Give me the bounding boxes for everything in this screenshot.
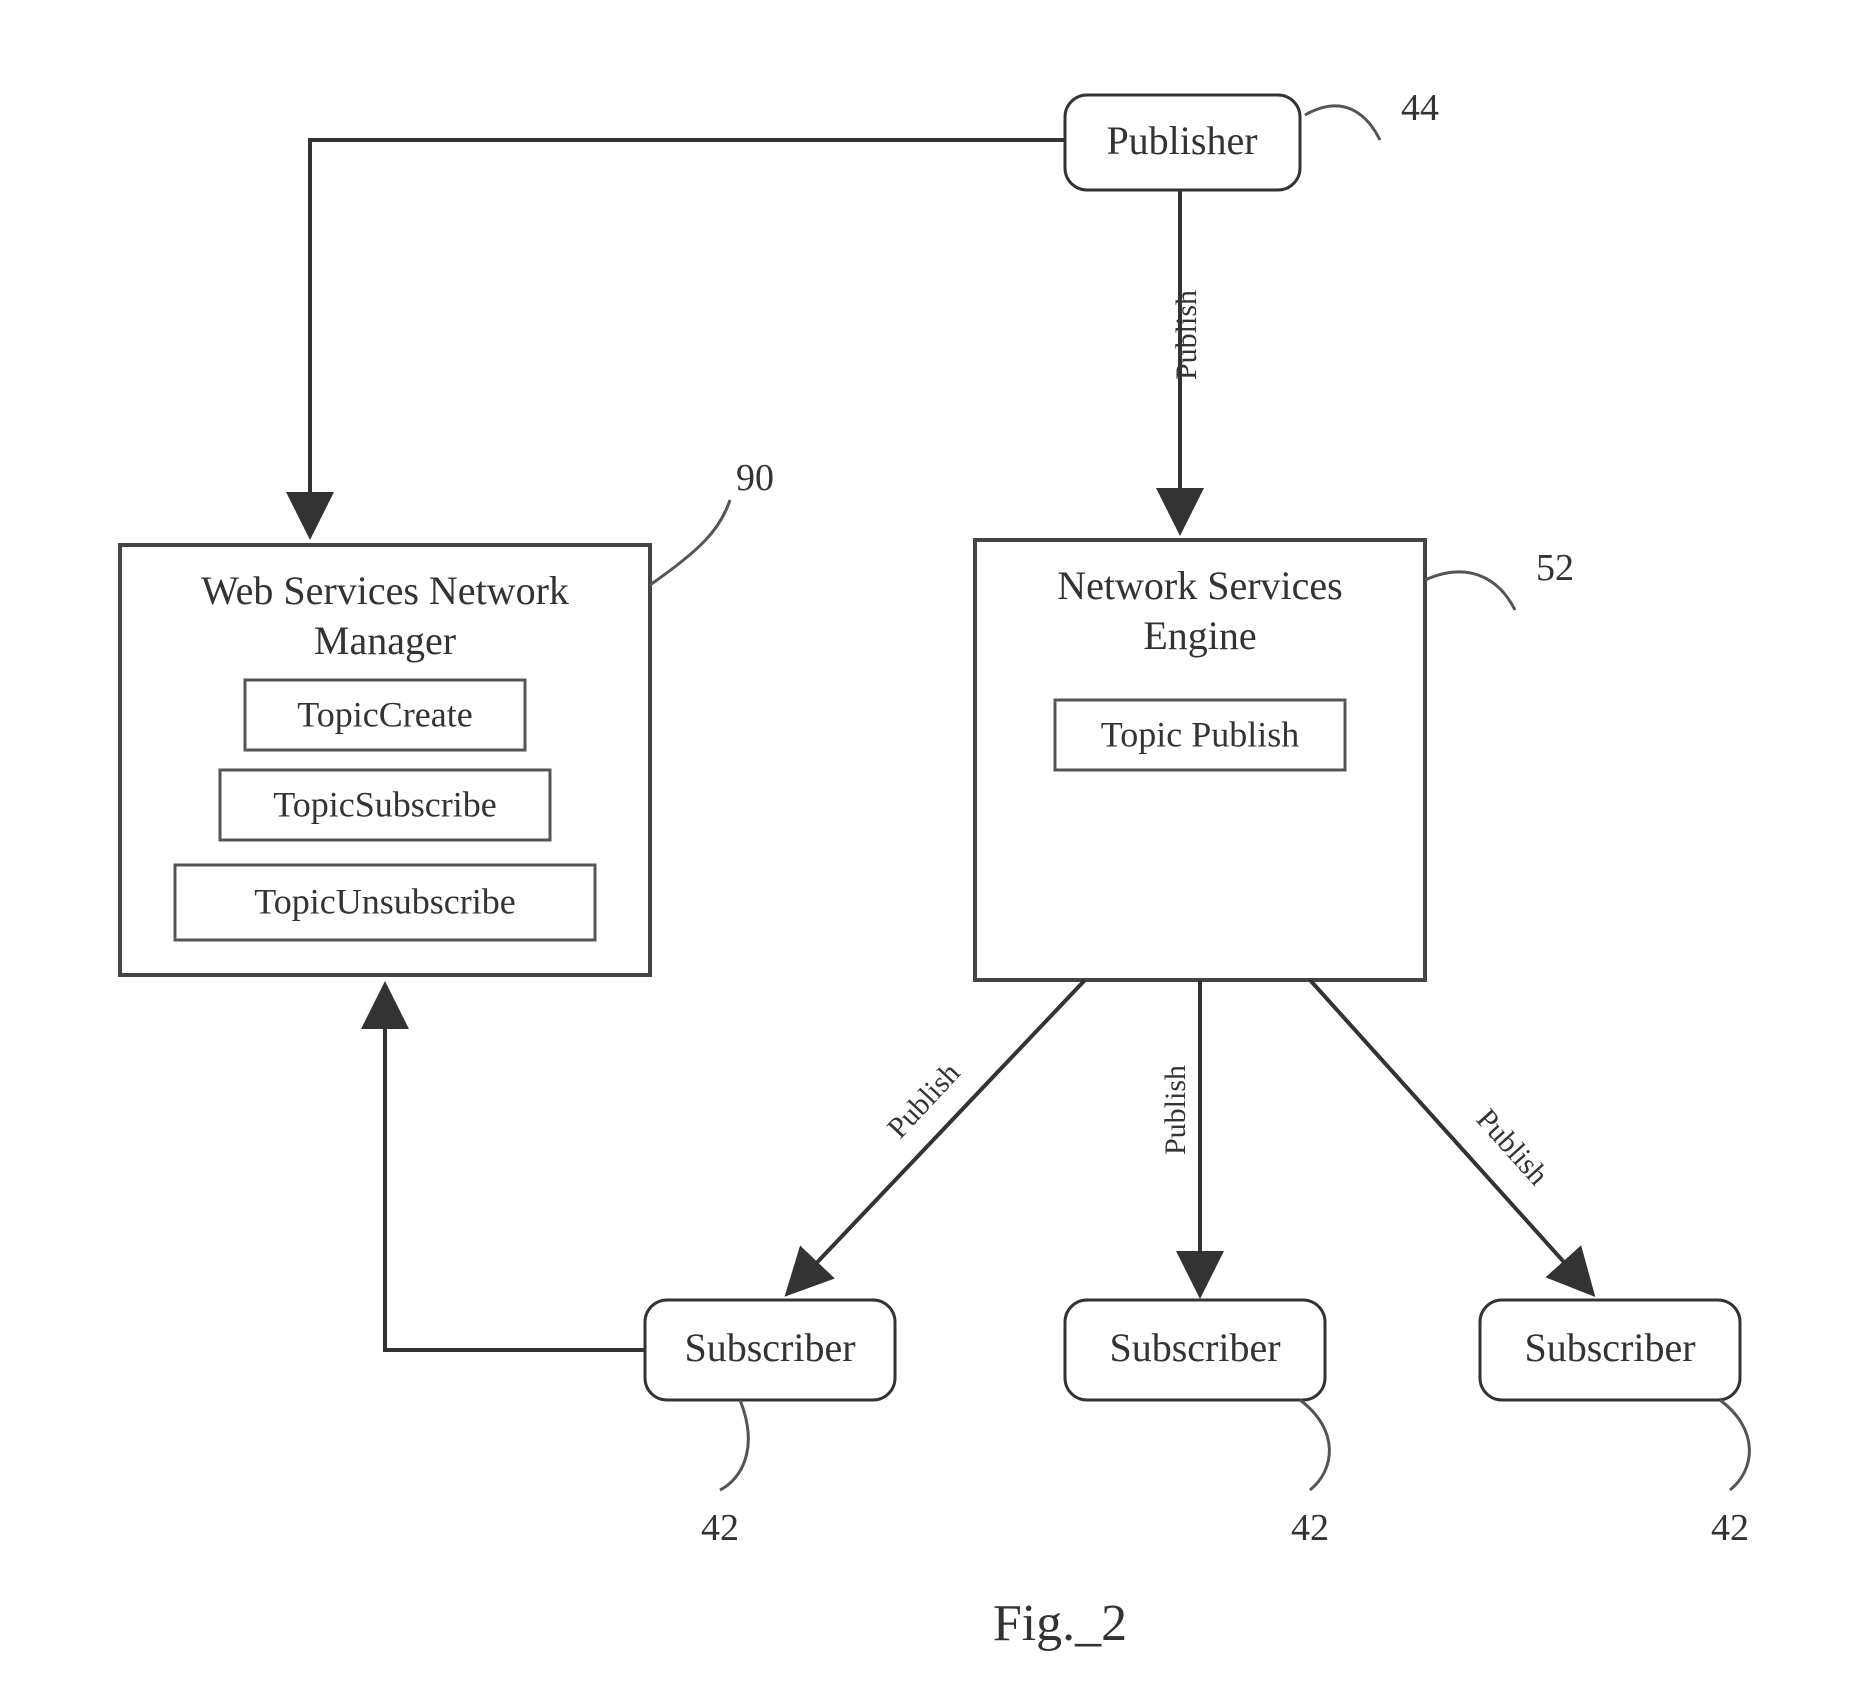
subscriber-2-ref: 42	[1291, 1507, 1329, 1549]
figure-caption: Fig._2	[993, 1595, 1127, 1652]
subscriber-label-2: Subscriber	[1109, 1325, 1280, 1370]
edge-publish-sub3: Publish	[1470, 1103, 1555, 1192]
wsnm-ref-lead	[650, 500, 730, 585]
nse-title-line2: Engine	[1143, 613, 1256, 658]
wsnm-topic-subscribe-label: TopicSubscribe	[273, 784, 496, 824]
publisher-ref: 44	[1401, 87, 1439, 129]
wsnm-ref: 90	[736, 457, 774, 499]
wsnm-topic-unsubscribe-label: TopicUnsubscribe	[254, 881, 515, 921]
nse-ref-lead	[1425, 572, 1515, 610]
wsnm-topic-create-label: TopicCreate	[297, 694, 472, 734]
subscriber-1-ref-lead	[720, 1400, 748, 1490]
conn-nse-to-sub1	[790, 980, 1085, 1291]
nse-ref: 52	[1536, 547, 1574, 589]
nse-topic-publish-label: Topic Publish	[1101, 714, 1300, 754]
conn-sub1-to-wsnm	[385, 989, 645, 1350]
wsnm-title-line2: Manager	[314, 618, 456, 663]
nse-title-line1: Network Services	[1057, 563, 1342, 608]
subscriber-label-3: Subscriber	[1524, 1325, 1695, 1370]
edge-publish-sub1: Publish	[881, 1056, 967, 1144]
edge-publish-top: Publish	[1170, 290, 1203, 380]
publisher-ref-lead	[1305, 106, 1380, 140]
subscriber-3-ref: 42	[1711, 1507, 1749, 1549]
subscriber-2-ref-lead	[1300, 1400, 1329, 1490]
conn-nse-to-sub3	[1310, 980, 1590, 1291]
conn-publisher-to-wsnm	[310, 140, 1065, 532]
publisher-label: Publisher	[1106, 118, 1257, 163]
subscriber-label-1: Subscriber	[684, 1325, 855, 1370]
wsnm-title-line1: Web Services Network	[201, 568, 569, 613]
edge-publish-sub2: Publish	[1159, 1065, 1192, 1155]
subscriber-3-ref-lead	[1720, 1400, 1749, 1490]
subscriber-1-ref: 42	[701, 1507, 739, 1549]
